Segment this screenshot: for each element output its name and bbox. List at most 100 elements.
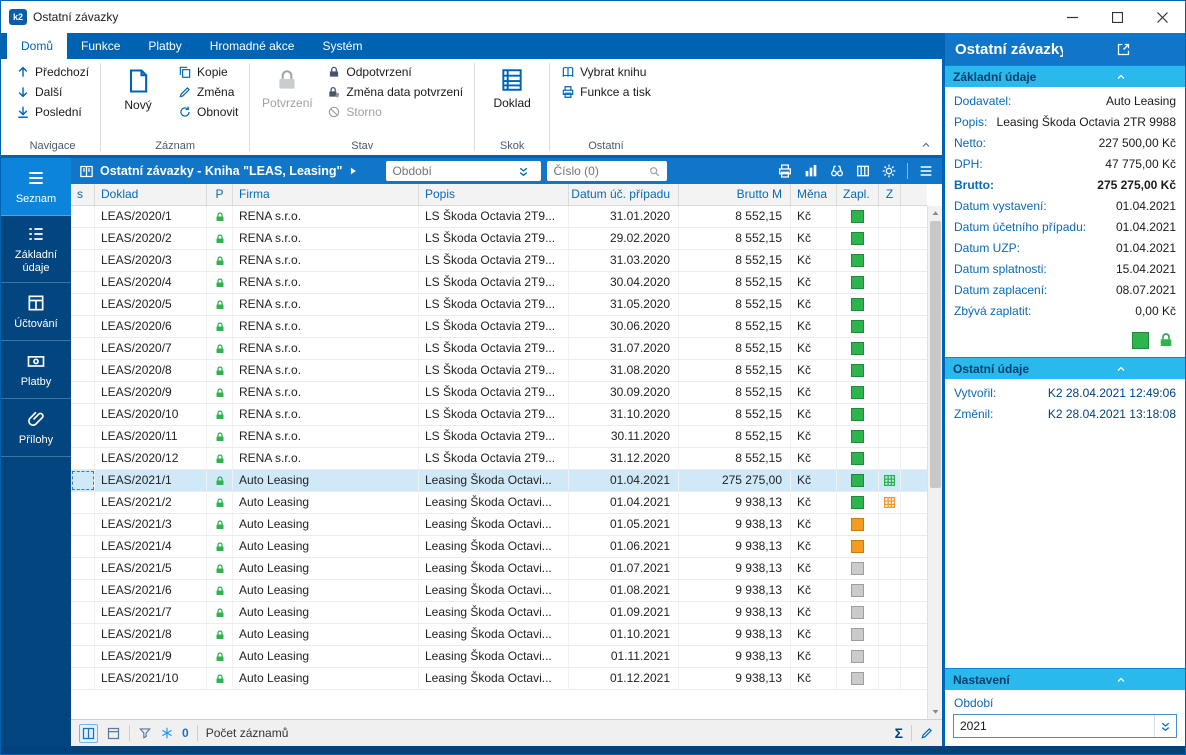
table-row[interactable]: LEAS/2020/9 RENA s.r.o. LS Škoda Octavia 2…	[71, 382, 927, 404]
unconfirm-button[interactable]: Odpotvrzení	[322, 63, 468, 81]
panel-icon[interactable]	[106, 726, 121, 741]
ribbon-tab-funkce[interactable]: Funkce	[67, 33, 134, 59]
row-selector-cell[interactable]	[71, 602, 95, 623]
period-search-input[interactable]	[392, 163, 518, 179]
column-header-5[interactable]: Datum úč. případu	[569, 184, 679, 205]
sum-button[interactable]: Σ	[895, 725, 903, 741]
next-button[interactable]: Další	[11, 83, 94, 101]
column-header-2[interactable]: P	[207, 184, 233, 205]
table-row[interactable]: LEAS/2020/2 RENA s.r.o. LS Škoda Octavia 2…	[71, 228, 927, 250]
row-selector-cell[interactable]	[71, 448, 95, 469]
ribbon-collapse-icon[interactable]	[920, 139, 932, 151]
close-button[interactable]	[1140, 1, 1185, 33]
gear-icon[interactable]	[881, 163, 897, 179]
table-row[interactable]: LEAS/2021/9 Auto Leasing Leasing Škoda Oct…	[71, 646, 927, 668]
table-row[interactable]: LEAS/2020/4 RENA s.r.o. LS Škoda Octavia 2…	[71, 272, 927, 294]
table-row[interactable]: LEAS/2021/8 Auto Leasing Leasing Škoda Oct…	[71, 624, 927, 646]
row-selector-cell[interactable]	[71, 338, 95, 359]
table-row[interactable]: LEAS/2021/7 Auto Leasing Leasing Škoda Oct…	[71, 602, 927, 624]
table-row[interactable]: LEAS/2020/3 RENA s.r.o. LS Škoda Octavia 2…	[71, 250, 927, 272]
column-header-4[interactable]: Popis	[419, 184, 569, 205]
printer-icon[interactable]	[777, 163, 793, 179]
scrollbar-thumb[interactable]	[929, 221, 941, 488]
row-selector-cell[interactable]	[71, 492, 95, 513]
functions-print-button[interactable]: Funkce a tisk	[556, 83, 656, 101]
minimize-button[interactable]	[1050, 1, 1095, 33]
new-button[interactable]: Nový	[107, 63, 169, 116]
sidebar-item-prilohy[interactable]: Přílohy	[1, 399, 71, 458]
sidebar-item-platby[interactable]: Platby	[1, 341, 71, 400]
row-selector-cell[interactable]	[71, 206, 95, 227]
table-row[interactable]: LEAS/2020/11 RENA s.r.o. LS Škoda Octavia …	[71, 426, 927, 448]
table-row[interactable]: LEAS/2021/4 Auto Leasing Leasing Škoda Oct…	[71, 536, 927, 558]
magnifier-icon[interactable]	[648, 165, 661, 178]
binoculars-icon[interactable]	[829, 163, 845, 179]
number-search-input[interactable]	[553, 163, 649, 179]
column-header-7[interactable]: Měna	[791, 184, 837, 205]
ribbon-tab-hromadné-akce[interactable]: Hromadné akce	[196, 33, 309, 59]
sidebar-item-uctovani[interactable]: Účtování	[1, 283, 71, 342]
table-row[interactable]: LEAS/2020/6 RENA s.r.o. LS Škoda Octavia 2…	[71, 316, 927, 338]
row-selector-cell[interactable]	[71, 272, 95, 293]
change-confirm-date-button[interactable]: Změna data potvrzení	[322, 83, 468, 101]
section-header-nastaveni[interactable]: Nastavení	[945, 668, 1185, 690]
dropdown-chevrons-icon[interactable]	[1154, 715, 1176, 737]
table-row[interactable]: LEAS/2021/2 Auto Leasing Leasing Škoda Oct…	[71, 492, 927, 514]
ribbon-tab-domů[interactable]: Domů	[7, 33, 68, 59]
column-header-9[interactable]: Z	[879, 184, 901, 205]
table-row[interactable]: LEAS/2020/10 RENA s.r.o. LS Škoda Octavia …	[71, 404, 927, 426]
table-row[interactable]: LEAS/2021/1 Auto Leasing Leasing Škoda Oct…	[71, 470, 927, 492]
row-selector-cell[interactable]	[71, 646, 95, 667]
ribbon-tab-systém[interactable]: Systém	[308, 33, 376, 59]
select-book-button[interactable]: Vybrat knihu	[556, 63, 656, 81]
column-header-0[interactable]: s	[71, 184, 95, 205]
sidebar-item-seznam[interactable]: Seznam	[1, 158, 71, 216]
section-header-zakladni[interactable]: Základní údaje	[945, 65, 1185, 87]
edit-button[interactable]: Změna	[173, 83, 243, 101]
row-selector-cell[interactable]	[71, 228, 95, 249]
row-selector-cell[interactable]	[71, 514, 95, 535]
row-selector-cell[interactable]	[71, 580, 95, 601]
chart-icon[interactable]	[803, 163, 819, 179]
table-row[interactable]: LEAS/2021/6 Auto Leasing Leasing Škoda Oct…	[71, 580, 927, 602]
sidebar-item-zakladni-udaje[interactable]: Základní údaje	[1, 216, 71, 284]
column-header-3[interactable]: Firma	[233, 184, 419, 205]
maximize-button[interactable]	[1095, 1, 1140, 33]
snowflake-icon[interactable]	[160, 726, 174, 740]
scroll-up-icon[interactable]	[928, 206, 942, 221]
scroll-down-icon[interactable]	[928, 704, 942, 719]
refresh-button[interactable]: Obnovit	[173, 103, 243, 121]
expand-icon[interactable]	[1069, 42, 1177, 57]
row-selector-cell[interactable]	[71, 294, 95, 315]
confirm-button[interactable]: Potvrzení	[256, 63, 318, 114]
menu-icon[interactable]	[918, 163, 934, 179]
table-row[interactable]: LEAS/2021/3 Auto Leasing Leasing Škoda Oct…	[71, 514, 927, 536]
table-row[interactable]: LEAS/2020/5 RENA s.r.o. LS Škoda Octavia 2…	[71, 294, 927, 316]
table-row[interactable]: LEAS/2020/7 RENA s.r.o. LS Škoda Octavia 2…	[71, 338, 927, 360]
document-jump-button[interactable]: Doklad	[481, 63, 543, 114]
column-header-8[interactable]: Zapl.	[837, 184, 879, 205]
ribbon-tab-platby[interactable]: Platby	[134, 33, 195, 59]
pencil-icon[interactable]	[920, 726, 934, 740]
row-selector-cell[interactable]	[71, 426, 95, 447]
row-selector-cell[interactable]	[71, 382, 95, 403]
row-selector-cell[interactable]	[71, 470, 95, 491]
table-row[interactable]: LEAS/2020/12 RENA s.r.o. LS Škoda Octavia …	[71, 448, 927, 470]
row-selector-cell[interactable]	[71, 668, 95, 689]
section-header-ostatni[interactable]: Ostatní údaje	[945, 357, 1185, 379]
table-row[interactable]: LEAS/2021/10 Auto Leasing Leasing Škoda Oc…	[71, 668, 927, 690]
row-selector-cell[interactable]	[71, 404, 95, 425]
table-row[interactable]: LEAS/2021/5 Auto Leasing Leasing Škoda Oct…	[71, 558, 927, 580]
columns-icon[interactable]	[855, 163, 871, 179]
period-input[interactable]	[954, 719, 1154, 733]
table-row[interactable]: LEAS/2020/1 RENA s.r.o. LS Škoda Octavia 2…	[71, 206, 927, 228]
previous-button[interactable]: Předchozí	[11, 63, 94, 81]
row-selector-cell[interactable]	[71, 624, 95, 645]
dropdown-chevrons-icon[interactable]	[517, 165, 530, 178]
row-selector-cell[interactable]	[71, 360, 95, 381]
storno-button[interactable]: Storno	[322, 103, 468, 121]
row-selector-cell[interactable]	[71, 558, 95, 579]
column-header-6[interactable]: Brutto M	[679, 184, 791, 205]
vertical-scrollbar[interactable]	[927, 206, 942, 719]
column-header-1[interactable]: Doklad	[95, 184, 207, 205]
